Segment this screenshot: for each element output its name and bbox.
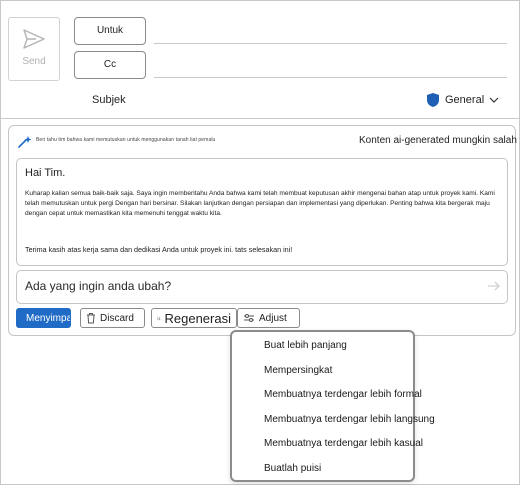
sensitivity-label: General: [445, 94, 485, 106]
adjust-button[interactable]: Adjust: [237, 308, 300, 328]
menu-item-more-formal[interactable]: Membuatnya terdengar lebih formal: [264, 389, 422, 400]
refine-prompt-input[interactable]: [25, 279, 465, 293]
regenerate-label: Regenerasi: [164, 310, 232, 326]
send-label: Send: [22, 56, 46, 67]
draft-paragraph: Kuharap kalian semua baik-baik saja. Say…: [25, 190, 495, 217]
adjust-menu: Buat lebih panjang Mempersingkat Membuat…: [230, 330, 435, 482]
sliders-icon: [244, 314, 254, 322]
subject-field[interactable]: Subjek: [92, 94, 126, 106]
to-button[interactable]: Untuk: [74, 17, 146, 45]
chevron-down-icon: [489, 97, 499, 103]
send-icon: [23, 29, 45, 49]
to-field[interactable]: [154, 43, 507, 44]
discard-label: Discard: [100, 312, 134, 324]
send-button[interactable]: Send: [8, 17, 60, 81]
header-divider: [1, 118, 519, 119]
menu-item-make-poem[interactable]: Buatlah puisi: [264, 463, 321, 474]
regenerate-button[interactable]: Regenerasi: [151, 308, 237, 328]
cc-button[interactable]: Cc: [74, 51, 146, 79]
copilot-draft-card: Beri tahu tim bahwa kami memutuskan untu…: [8, 125, 517, 336]
keep-button[interactable]: Menyimpan: [16, 308, 71, 328]
draft-greeting: Hai Tim.: [25, 167, 66, 179]
menu-item-make-longer[interactable]: Buat lebih panjang: [264, 340, 347, 351]
ai-disclaimer: Konten ai-generated mungkin salah: [359, 135, 517, 146]
menu-item-more-casual[interactable]: Membuatnya terdengar lebih kasual: [264, 438, 423, 449]
submit-arrow-icon[interactable]: [487, 280, 501, 292]
trash-icon: [87, 313, 95, 324]
copilot-sparkle-icon: [18, 136, 32, 148]
draft-paragraph: Terima kasih atas kerja sama dan dedikas…: [25, 245, 293, 254]
sensitivity-dropdown[interactable]: General: [426, 92, 499, 108]
shield-icon: [427, 93, 439, 107]
adjust-label: Adjust: [259, 312, 287, 324]
discard-button[interactable]: Discard: [80, 308, 145, 328]
copilot-prompt-text: Beri tahu tim bahwa kami memutuskan untu…: [36, 137, 216, 143]
keep-label: Menyimpan: [26, 312, 70, 324]
menu-item-more-direct[interactable]: Membuatnya terdengar lebih langsung: [264, 414, 435, 425]
refine-prompt-box: [16, 270, 508, 304]
regenerate-icon: [157, 316, 161, 320]
menu-item-make-shorter[interactable]: Mempersingkat: [264, 365, 332, 376]
cc-field[interactable]: [154, 77, 507, 78]
draft-preview: Hai Tim. Kuharap kalian semua baik-baik …: [16, 158, 508, 266]
compose-window: Send Untuk Cc Subjek General Beri tahu t…: [0, 0, 520, 485]
